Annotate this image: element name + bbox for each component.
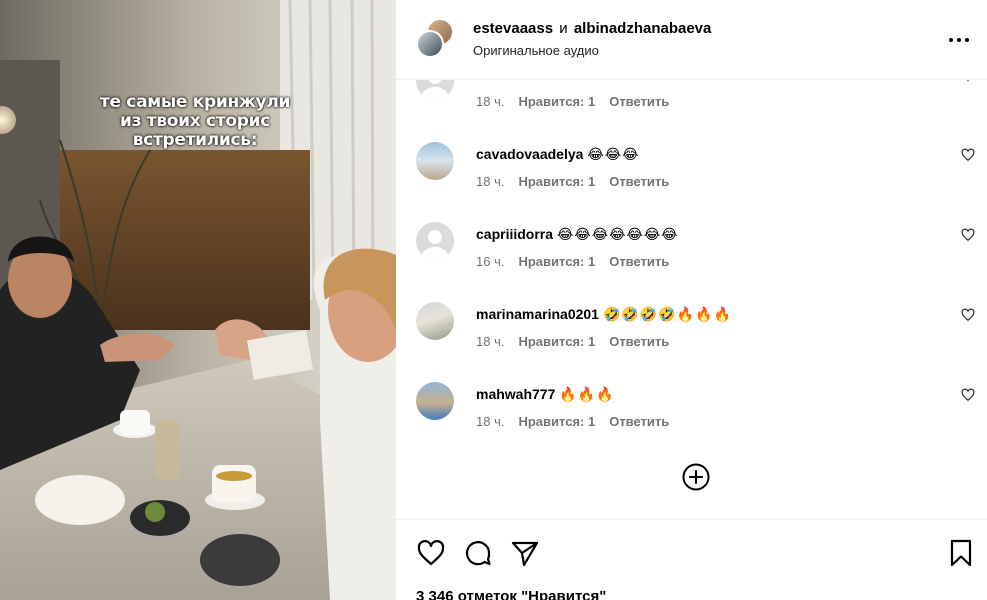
avatar[interactable] [416,222,454,260]
default-avatar-icon [422,80,448,100]
authors-conjunction: и [559,20,568,37]
comment-text: 😂😂😂😂😂😂😂 [557,226,679,242]
author-username[interactable]: estevaaass [473,20,553,37]
reply-button[interactable]: Ответить [609,334,669,349]
reply-button[interactable]: Ответить [609,94,669,109]
comment-username[interactable]: capriiidorra [476,226,553,242]
likes-count[interactable]: 3 346 отметок "Нравится" [416,588,606,600]
comment-item: 😅😅 18 ч. Нравится: 1 Ответить [396,80,987,126]
comments-list[interactable]: 😅😅 18 ч. Нравится: 1 Ответить cavadovaadel… [396,80,987,518]
heart-icon[interactable] [961,148,975,162]
comment-time[interactable]: 18 ч. [476,334,504,349]
reel-video[interactable]: те самые кринжули из твоих сторис встрет… [0,0,396,600]
author-avatars[interactable] [416,18,456,60]
avatar[interactable] [416,30,444,58]
video-frame-image [0,0,396,600]
reply-button[interactable]: Ответить [609,254,669,269]
comment-time[interactable]: 18 ч. [476,94,504,109]
more-horizontal-icon [949,38,969,42]
comment-likes[interactable]: Нравится: 1 [518,174,595,189]
plus-circle-icon[interactable] [681,462,711,492]
comment-text: 🔥🔥🔥 [559,386,615,402]
comment-text: 😂😂😂 [587,146,640,162]
reply-button[interactable]: Ответить [609,414,669,429]
comment-time[interactable]: 18 ч. [476,174,504,189]
comment-username[interactable]: mahwah777 [476,386,555,402]
heart-icon[interactable] [416,538,446,568]
comment-username[interactable]: marinamarina0201 [476,306,599,322]
avatar[interactable] [416,80,454,100]
comment-likes[interactable]: Нравится: 1 [518,414,595,429]
avatar[interactable] [416,302,454,340]
comment-likes[interactable]: Нравится: 1 [518,334,595,349]
post-authors: estevaaass и albinadzhanabaeva [473,20,711,38]
avatar[interactable] [416,382,454,420]
comment-text: 😅😅 [480,80,511,82]
comment-likes[interactable]: Нравится: 1 [518,94,595,109]
comment-likes[interactable]: Нравится: 1 [518,254,595,269]
avatar[interactable] [416,142,454,180]
post-header: estevaaass и albinadzhanabaeva Оригиналь… [396,0,987,80]
send-icon[interactable] [510,538,540,568]
more-options-button[interactable] [947,28,971,52]
comment-icon[interactable] [463,538,493,568]
comment-item: capriiidorra 😂😂😂😂😂😂😂 16 ч. Нравится: 1 Отве… [396,222,987,286]
post-actions-bar: 3 346 отметок "Нравится" [396,519,987,600]
heart-icon[interactable] [961,388,975,402]
comment-time[interactable]: 18 ч. [476,414,504,429]
heart-icon[interactable] [961,308,975,322]
reply-button[interactable]: Ответить [609,174,669,189]
video-caption-overlay: те самые кринжули из твоих сторис встрет… [99,92,291,150]
comment-item: mahwah777 🔥🔥🔥 18 ч. Нравится: 1 Ответить [396,382,987,446]
comment-username[interactable]: cavadovaadelya [476,146,583,162]
comment-time[interactable]: 16 ч. [476,254,504,269]
audio-label[interactable]: Оригинальное аудио [473,43,599,58]
default-avatar-icon [422,230,448,260]
heart-icon[interactable] [961,80,975,82]
comment-item: marinamarina0201 🤣🤣🤣🤣🔥🔥🔥 18 ч. Нравится: 1… [396,302,987,366]
comment-text: 🤣🤣🤣🤣🔥🔥🔥 [602,306,732,322]
bookmark-icon[interactable] [946,538,976,568]
post-panel: estevaaass и albinadzhanabaeva Оригиналь… [396,0,987,600]
coauthor-username[interactable]: albinadzhanabaeva [574,20,712,37]
heart-icon[interactable] [961,228,975,242]
comment-item: cavadovaadelya 😂😂😂 18 ч. Нравится: 1 Ответи… [396,142,987,206]
